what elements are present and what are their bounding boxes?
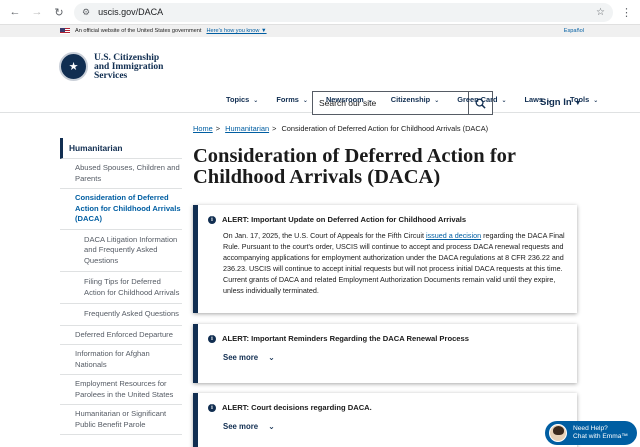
address-bar[interactable]: ⚙ uscis.gov/DACA ☆ <box>74 2 613 22</box>
info-icon: i <box>208 334 216 343</box>
alert-heading: i ALERT: Important Update on Deferred Ac… <box>198 205 577 224</box>
nav-newsroom[interactable]: Newsroom ⌄ <box>326 95 373 104</box>
address-bar-url[interactable]: uscis.gov/DACA <box>98 7 596 17</box>
chevron-down-icon: ⌄ <box>547 98 553 104</box>
sidebar-item-humanitarian-parole[interactable]: Humanitarian or Significant Public Benef… <box>60 405 182 435</box>
nav-citizenship[interactable]: Citizenship ⌄ <box>391 95 439 104</box>
nav-tools[interactable]: Tools ⌄ <box>570 95 598 104</box>
chevron-down-icon: ⌄ <box>268 353 275 362</box>
sidebar-subitem-daca-litigation[interactable]: DACA Litigation Information and Frequent… <box>60 230 182 272</box>
forward-icon[interactable]: → <box>30 5 44 19</box>
main-navigation: Topics ⌄ Forms ⌄ Newsroom ⌄ Citizenship ⌄ Gr… <box>226 95 598 104</box>
main-content: Home > Humanitarian > Consideration of Def… <box>193 124 583 447</box>
alert-heading: i ALERT: Court decisions regarding DACA. <box>198 393 577 412</box>
browser-toolbar: ← → ↻ ⚙ uscis.gov/DACA ☆ ⋮ <box>0 0 640 25</box>
chevron-down-icon: ▼ <box>261 28 267 34</box>
info-icon: i <box>208 403 216 412</box>
sidebar-item-afghan-nationals[interactable]: Information for Afghan Nationals <box>60 345 182 375</box>
sidebar-item-deferred-enforced-departure[interactable]: Deferred Enforced Departure <box>60 326 182 345</box>
issued-a-decision-link[interactable]: issued a decision <box>426 231 481 240</box>
chat-with-emma-button[interactable]: Need Help? Chat with Emma™ <box>545 421 637 445</box>
breadcrumb-home[interactable]: Home <box>193 124 213 133</box>
alert-daca-update: i ALERT: Important Update on Deferred Ac… <box>193 205 577 313</box>
see-more-button[interactable]: See more ⌄ <box>198 343 577 362</box>
see-more-button[interactable]: See more ⌄ <box>198 412 577 431</box>
nav-forms[interactable]: Forms ⌄ <box>276 95 308 104</box>
reload-icon[interactable]: ↻ <box>52 5 66 19</box>
nav-laws[interactable]: Laws ⌄ <box>525 95 553 104</box>
espanol-link[interactable]: Español <box>564 28 584 34</box>
chevron-down-icon: ⌄ <box>253 98 259 104</box>
sidebar-nav: Humanitarian Abused Spouses, Children an… <box>60 138 182 435</box>
sidebar-item-daca[interactable]: Consideration of Deferred Action for Chi… <box>60 189 182 230</box>
alert-renewal-reminders: i ALERT: Important Reminders Regarding t… <box>193 324 577 383</box>
chevron-down-icon: ⌄ <box>302 98 308 104</box>
chat-label: Need Help? Chat with Emma™ <box>573 425 628 440</box>
breadcrumb-humanitarian[interactable]: Humanitarian <box>225 124 269 133</box>
dhs-seal-icon[interactable]: ★ <box>59 52 88 81</box>
alert-heading: i ALERT: Important Reminders Regarding t… <box>198 324 577 343</box>
gov-banner-text: An official website of the United States… <box>75 28 202 34</box>
nav-green-card[interactable]: Green Card ⌄ <box>457 95 506 104</box>
chevron-down-icon: ⌄ <box>434 98 440 104</box>
gov-banner: An official website of the United States… <box>0 25 640 37</box>
back-icon[interactable]: ← <box>8 5 22 19</box>
alert-court-decisions: i ALERT: Court decisions regarding DACA.… <box>193 393 577 447</box>
nav-topics[interactable]: Topics ⌄ <box>226 95 258 104</box>
uscis-logo[interactable]: U.S. Citizenship and Immigration Service… <box>94 53 163 81</box>
site-info-icon[interactable]: ⚙ <box>82 7 90 18</box>
alert-body: On Jan. 17, 2025, the U.S. Court of Appe… <box>223 231 565 295</box>
sidebar-subitem-faq[interactable]: Frequently Asked Questions <box>60 304 182 326</box>
logo-line-3: Services <box>94 71 128 81</box>
chevron-down-icon: ⌄ <box>268 422 275 431</box>
emma-avatar <box>549 424 567 442</box>
breadcrumb: Home > Humanitarian > Consideration of Def… <box>193 124 489 133</box>
chevron-down-icon: ⌄ <box>593 98 599 104</box>
breadcrumb-current: Consideration of Deferred Action for Chi… <box>281 124 489 133</box>
heres-how-you-know-link[interactable]: Here's how you know ▼ <box>206 28 266 34</box>
page-title: Consideration of Deferred Action for Chi… <box>193 145 516 188</box>
info-icon: i <box>208 215 216 224</box>
bookmark-star-icon[interactable]: ☆ <box>596 7 605 18</box>
sidebar-heading-humanitarian[interactable]: Humanitarian <box>60 138 182 159</box>
sidebar-item-abused-spouses[interactable]: Abused Spouses, Children and Parents <box>60 159 182 189</box>
us-flag-icon <box>60 28 70 34</box>
chevron-down-icon: ⌄ <box>367 98 373 104</box>
chevron-down-icon: ⌄ <box>501 98 507 104</box>
browser-menu-icon[interactable]: ⋮ <box>621 6 632 19</box>
sidebar-item-employment-resources[interactable]: Employment Resources for Parolees in the… <box>60 375 182 405</box>
sidebar-subitem-filing-tips[interactable]: Filing Tips for Deferred Action for Chil… <box>60 272 182 304</box>
